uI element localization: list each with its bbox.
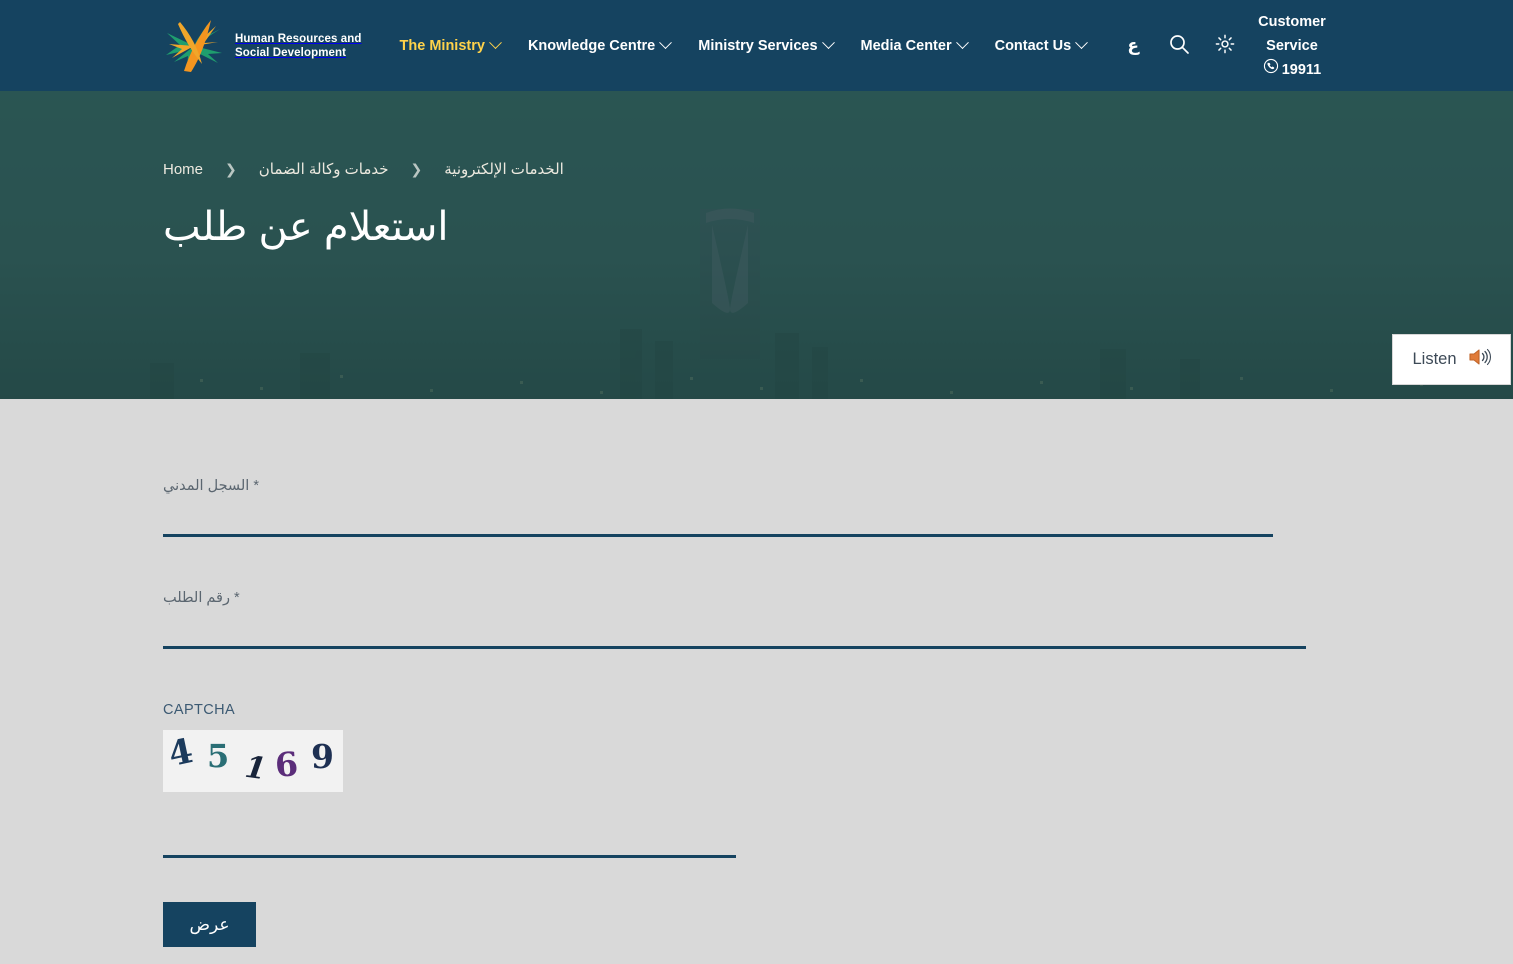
- request-number-input[interactable]: [163, 607, 1306, 649]
- nav-item-label: Media Center: [860, 37, 952, 54]
- field-civil-registry: * السجل المدني: [163, 477, 1273, 537]
- captcha-digit: 1: [242, 749, 269, 788]
- breadcrumb-item-guarantee-agency-services[interactable]: خدمات وكالة الضمان: [259, 160, 389, 178]
- field-captcha-answer: [163, 816, 736, 858]
- brand-line-1: Human Resources and: [235, 32, 362, 45]
- chevron-down-icon: [1075, 36, 1089, 50]
- hero-content: Home ❯ خدمات وكالة الضمان ❯ الخدمات الإل…: [0, 91, 1513, 250]
- field-civil-registry-label: * السجل المدني: [163, 478, 259, 494]
- hrsd-palm-burst-logo-icon: [163, 17, 225, 75]
- main-navigation: The Ministry Knowledge Centre Ministry S…: [386, 36, 1101, 54]
- nav-item-knowledge-centre[interactable]: Knowledge Centre: [514, 36, 684, 54]
- nav-item-label: Contact Us: [994, 37, 1072, 54]
- nav-item-label: Knowledge Centre: [527, 37, 656, 54]
- customer-service-phone-number: 19911: [1281, 61, 1322, 78]
- breadcrumb-item-home[interactable]: Home: [163, 161, 203, 178]
- field-request-number: * رقم الطلب: [163, 589, 1306, 649]
- page-title: استعلام عن طلب: [163, 205, 449, 249]
- listen-button-label: Listen: [1412, 350, 1457, 368]
- brand-home-link[interactable]: Human Resources and Social Development: [163, 17, 362, 75]
- breadcrumb: Home ❯ خدمات وكالة الضمان ❯ الخدمات الإل…: [163, 160, 1513, 179]
- civil-registry-input[interactable]: [163, 495, 1273, 537]
- brand-line-2: Social Development: [235, 46, 347, 59]
- nav-item-label: The Ministry: [399, 37, 485, 54]
- chevron-down-icon: [659, 36, 673, 50]
- listen-button[interactable]: Listen: [1392, 334, 1511, 385]
- customer-service-line-2: Service: [1266, 37, 1318, 54]
- breadcrumb-item-electronic-services[interactable]: الخدمات الإلكترونية: [444, 160, 564, 178]
- captcha-block: CAPTCHA 45169: [163, 702, 343, 792]
- customer-service-line-1: Customer: [1258, 13, 1326, 30]
- captcha-digit: 6: [273, 744, 300, 785]
- brand-text: Human Resources and Social Development: [235, 32, 362, 60]
- settings-button[interactable]: [1202, 23, 1248, 69]
- phone-icon: [1263, 58, 1279, 82]
- captcha-digit: 4: [165, 730, 197, 776]
- customer-service-phone-row[interactable]: 19911: [1258, 58, 1326, 82]
- search-button[interactable]: [1156, 23, 1202, 69]
- nav-item-ministry-services[interactable]: Ministry Services: [684, 36, 846, 54]
- captcha-image: 45169: [163, 730, 343, 792]
- gear-icon: [1214, 33, 1236, 58]
- nav-item-the-ministry[interactable]: The Ministry: [386, 36, 514, 54]
- inquiry-form: * السجل المدني * رقم الطلب CAPTCHA 45169…: [0, 399, 1513, 964]
- captcha-digit: 9: [311, 737, 334, 776]
- nav-item-contact-us[interactable]: Contact Us: [981, 36, 1101, 54]
- breadcrumb-separator-icon: ❯: [410, 160, 423, 177]
- chevron-down-icon: [955, 36, 969, 50]
- language-toggle-arabic[interactable]: ع: [1110, 23, 1156, 69]
- breadcrumb-separator-icon: ❯: [225, 160, 237, 177]
- search-icon: [1168, 33, 1190, 58]
- captcha-answer-input[interactable]: [163, 816, 736, 858]
- header-tools: ع: [1110, 23, 1248, 69]
- customer-service-block[interactable]: Customer Service 19911: [1258, 10, 1326, 82]
- field-request-number-label: * رقم الطلب: [163, 590, 240, 606]
- chevron-down-icon: [489, 36, 502, 50]
- submit-button[interactable]: عرض: [163, 902, 256, 947]
- language-toggle-label: ع: [1127, 35, 1139, 56]
- hero-banner: Home ❯ خدمات وكالة الضمان ❯ الخدمات الإل…: [0, 91, 1513, 399]
- speaker-volume-icon: [1467, 347, 1491, 372]
- nav-item-label: Ministry Services: [698, 37, 818, 54]
- nav-item-media-center[interactable]: Media Center: [847, 36, 981, 54]
- site-header: Human Resources and Social Development T…: [0, 0, 1513, 91]
- captcha-digit: 5: [207, 737, 230, 775]
- captcha-caption: CAPTCHA: [163, 702, 236, 718]
- chevron-down-icon: [821, 36, 835, 50]
